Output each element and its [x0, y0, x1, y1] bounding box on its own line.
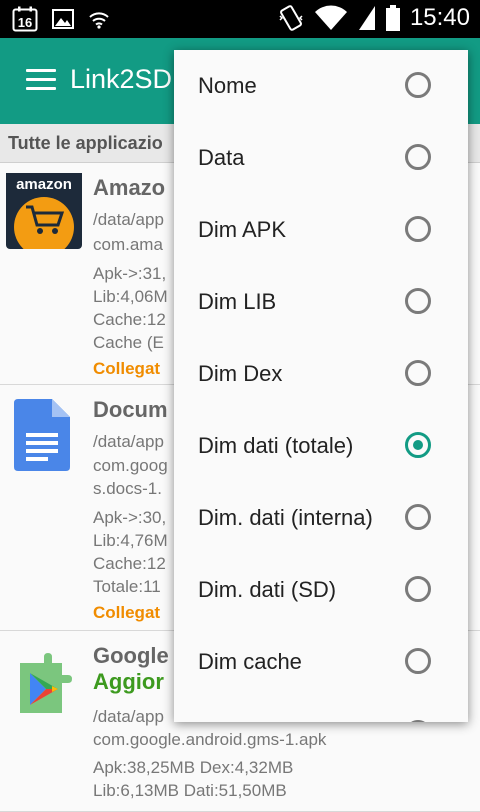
app-lib-size: Lib:4,06M [93, 287, 168, 306]
sort-option-data[interactable]: Data [174, 122, 468, 194]
app-package: com.goog [93, 456, 168, 475]
app-package: com.ama [93, 235, 163, 254]
option-label: Dim LIB [198, 289, 277, 314]
app-cache-size: Cache:12 [93, 554, 166, 573]
amazon-logo-text: amazon [16, 176, 72, 193]
amazon-icon: amazon [6, 173, 82, 249]
sort-option-dim-dex[interactable]: Dim Dex [174, 338, 468, 410]
cell-signal-icon [358, 6, 375, 30]
radio-button[interactable] [405, 144, 431, 170]
radio-button[interactable] [405, 720, 431, 722]
option-label: Nome [198, 73, 257, 98]
battery-icon [385, 5, 400, 31]
app-path: /data/app [93, 707, 164, 726]
radio-button[interactable] [405, 360, 431, 386]
sort-option-partial[interactable] [174, 698, 468, 722]
wifi-icon [89, 12, 109, 29]
sort-option-dim-dati-totale[interactable]: Dim dati (totale) [174, 410, 468, 482]
radio-button[interactable] [405, 576, 431, 602]
sort-option-nome[interactable]: Nome [174, 50, 468, 122]
radio-button[interactable] [405, 72, 431, 98]
radio-button[interactable] [405, 648, 431, 674]
update-status: Aggior [93, 669, 164, 694]
app-path: /data/app [93, 210, 164, 229]
status-time: 15:40 [409, 4, 470, 31]
vibrate-icon [279, 5, 303, 31]
app-path: /data/app [93, 432, 164, 451]
app-name: Google [93, 643, 169, 668]
radio-button[interactable] [405, 288, 431, 314]
app-apk-size: Apk->:30, [93, 508, 167, 527]
status-bar: 16 15:40 [0, 0, 480, 38]
app-apk-dex-size: Apk:38,25MB Dex:4,32MB [93, 758, 294, 777]
calendar-icon: 16 [12, 6, 38, 32]
play-services-icon [20, 653, 72, 713]
app-package: com.google.android.gms-1.apk [93, 730, 327, 749]
sort-menu: Nome Data Dim APK Dim LIB Dim Dex Dim da… [174, 50, 468, 722]
app-total-size: Totale:11 [93, 577, 161, 596]
app-title: Link2SD [70, 64, 173, 94]
option-label: Dim. dati (SD) [198, 577, 337, 602]
option-label: Data [198, 145, 245, 170]
sort-option-dim-lib[interactable]: Dim LIB [174, 266, 468, 338]
radio-button-selected[interactable] [405, 432, 431, 458]
app-package-cont: s.docs-1. [93, 479, 162, 498]
option-label: Dim dati (totale) [198, 433, 354, 458]
filter-label: Tutte le applicazio [8, 133, 163, 153]
app-apk-size: Apk->:31, [93, 264, 167, 283]
docs-icon [14, 399, 70, 471]
sort-option-dim-cache[interactable]: Dim cache [174, 626, 468, 698]
app-ext-cache: Cache (E [93, 333, 164, 352]
linked-status: Collegat [93, 359, 161, 378]
app-name: Docum [93, 397, 168, 422]
calendar-day: 16 [18, 15, 32, 30]
linked-status: Collegat [93, 603, 161, 622]
wifi-signal-icon [314, 5, 347, 30]
menu-icon[interactable] [26, 69, 56, 91]
app-cache-size: Cache:12 [93, 310, 166, 329]
app-lib-size: Lib:4,76M [93, 531, 168, 550]
app-lib-data-size: Lib:6,13MB Dati:51,50MB [93, 781, 287, 800]
image-icon [52, 9, 74, 29]
sort-option-dim-dati-interna[interactable]: Dim. dati (interna) [174, 482, 468, 554]
option-label: Dim cache [198, 649, 302, 674]
sort-option-dim-apk[interactable]: Dim APK [174, 194, 468, 266]
option-label: Dim. dati (interna) [198, 505, 373, 530]
option-label: Dim Dex [198, 361, 283, 386]
app-name: Amazo [93, 175, 166, 200]
option-label: Dim APK [198, 217, 287, 242]
radio-button[interactable] [405, 504, 431, 530]
radio-button[interactable] [405, 216, 431, 242]
sort-option-dim-dati-sd[interactable]: Dim. dati (SD) [174, 554, 468, 626]
